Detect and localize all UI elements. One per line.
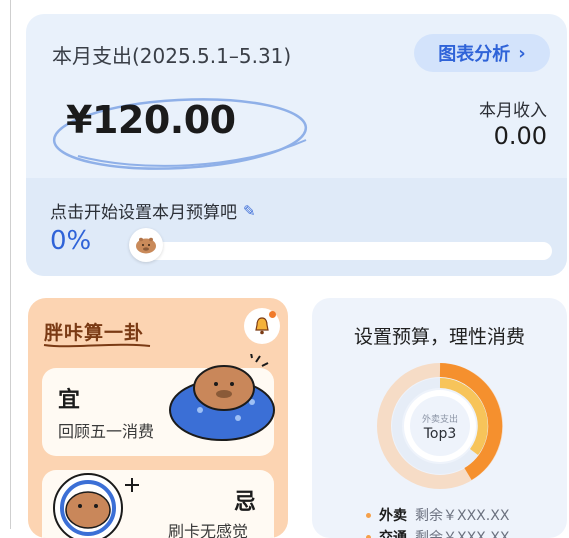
title-underline-icon — [42, 340, 152, 350]
legend-row: 外卖 剩余￥XXX.XX — [366, 504, 509, 526]
capybara-avatar-icon — [129, 228, 163, 262]
legend-dot — [366, 535, 371, 538]
legend-dot — [366, 513, 371, 518]
chart-analysis-label: 图表分析 — [438, 40, 510, 66]
monthly-summary-card: 本月支出(2025.5.1–5.31) 图表分析 › ¥120.00 本月收入 … — [26, 14, 567, 276]
legend-value: 剩余￥XXX.XX — [415, 505, 509, 525]
expense-amount-block: ¥120.00 — [48, 90, 318, 178]
set-budget-label: 点击开始设置本月预算吧 — [50, 198, 237, 223]
bell-icon[interactable] — [244, 308, 280, 344]
income-label: 本月收入 — [479, 96, 547, 121]
good-fortune-char: 宜 — [58, 382, 80, 414]
budget-donut-card[interactable]: 设置预算，理性消费 外卖支出 Top3 外卖 剩余￥XXX.XX 交通 剩余￥X… — [312, 298, 567, 538]
good-fortune-text: 回顾五一消费 — [58, 418, 154, 442]
fortune-card[interactable]: 胖咔算一卦 宜 回顾五一消费 忌 刷卡无感觉 — [28, 298, 288, 538]
bad-fortune-text: 刷卡无感觉 — [168, 518, 248, 538]
donut-legend: 外卖 剩余￥XXX.XX 交通 剩余￥XXX.XX — [366, 504, 509, 538]
budget-card-title: 设置预算，理性消费 — [312, 322, 567, 349]
budget-percent: 0% — [50, 226, 91, 256]
left-border — [10, 0, 11, 529]
chart-analysis-button[interactable]: 图表分析 › — [414, 34, 550, 72]
donut-center-label: Top3 — [376, 426, 504, 442]
donut-center-caption: 外卖支出 — [376, 412, 504, 425]
chevron-right-icon: › — [518, 43, 525, 64]
pencil-icon: ✎ — [243, 202, 256, 220]
expense-amount: ¥120.00 — [66, 98, 236, 142]
capybara-pillow-illustration — [166, 354, 278, 442]
capybara-astronaut-illustration — [36, 468, 148, 538]
period-label: 本月支出(2025.5.1–5.31) — [52, 40, 291, 69]
set-budget-prompt[interactable]: 点击开始设置本月预算吧 ✎ — [50, 198, 256, 223]
income-value: 0.00 — [494, 122, 547, 150]
budget-panel: 点击开始设置本月预算吧 ✎ 0% — [26, 178, 567, 276]
legend-row: 交通 剩余￥XXX.XX — [366, 526, 509, 538]
bad-fortune-char: 忌 — [234, 484, 256, 516]
notification-dot — [269, 311, 276, 318]
budget-progress-track — [134, 242, 552, 260]
legend-name: 外卖 — [379, 505, 407, 525]
